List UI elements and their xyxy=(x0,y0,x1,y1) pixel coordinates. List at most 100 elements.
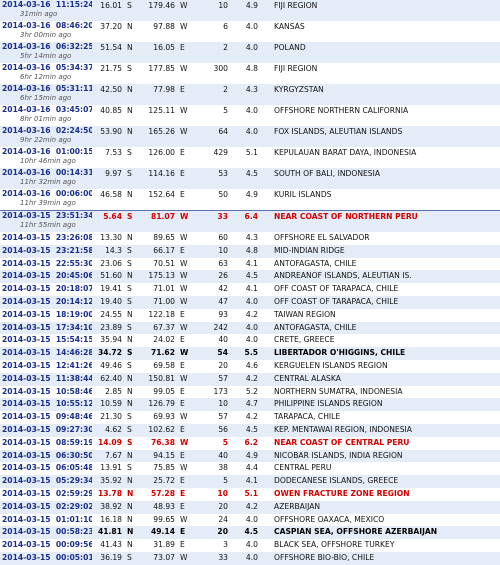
quake-row[interactable]: 2014-03-16 02:24:50.09hr 22min ago53.90N… xyxy=(0,126,500,147)
quake-row[interactable]: 2014-03-15 05:29:34.035.92N25.72E54.1DOD… xyxy=(0,475,500,488)
quake-row[interactable]: 2014-03-15 06:05:48.013.91S75.85W384.4CE… xyxy=(0,462,500,476)
quake-row[interactable]: 2014-03-15 20:18:07.019.41S71.01W424.1OF… xyxy=(0,283,500,296)
datetime-cell[interactable]: 2014-03-15 00:58:23.0 xyxy=(0,526,92,540)
datetime-cell[interactable]: 2014-03-15 20:18:07.0 xyxy=(0,283,92,296)
datetime-cell[interactable]: 2014-03-16 00:06:00.011hr 39min ago xyxy=(0,189,92,211)
event-datetime-link[interactable]: 2014-03-16 05:31:11.0 xyxy=(2,84,92,94)
event-datetime-link[interactable]: 2014-03-15 05:29:34.0 xyxy=(2,475,92,488)
quake-row[interactable]: 2014-03-15 08:59:19.014.09S76.38W56.2NEA… xyxy=(0,436,500,450)
quake-row[interactable]: 2014-03-15 10:55:12.010.59N126.79E104.7P… xyxy=(0,398,500,412)
datetime-cell[interactable]: 2014-03-15 10:55:12.0 xyxy=(0,398,92,412)
quake-row[interactable]: 2014-03-16 05:31:11.06hr 15min ago42.50N… xyxy=(0,84,500,105)
datetime-cell[interactable]: 2014-03-16 01:00:15.010hr 46min ago xyxy=(0,147,92,168)
datetime-cell[interactable]: 2014-03-15 18:19:00.0 xyxy=(0,308,92,322)
quake-row[interactable]: 2014-03-15 06:30:50.07.67N94.15E404.9NIC… xyxy=(0,449,500,463)
datetime-cell[interactable]: 2014-03-16 05:34:37.06hr 12min ago xyxy=(0,63,92,84)
event-datetime-link[interactable]: 2014-03-15 17:34:10.0 xyxy=(2,322,92,335)
quake-row[interactable]: 2014-03-15 00:58:23.041.81N49.14E204.5CA… xyxy=(0,526,500,540)
event-datetime-link[interactable]: 2014-03-15 20:45:06.0 xyxy=(2,270,92,283)
event-datetime-link[interactable]: 2014-03-15 02:29:02.0 xyxy=(2,501,92,514)
event-datetime-link[interactable]: 2014-03-16 06:32:25.0 xyxy=(2,42,92,52)
quake-row[interactable]: 2014-03-15 20:14:12.019.40S71.00W474.0OF… xyxy=(0,295,500,309)
quake-row[interactable]: 2014-03-16 00:06:00.011hr 39min ago46.58… xyxy=(0,189,500,211)
quake-row[interactable]: 2014-03-15 00:09:56.041.43N31.89E34.0BLA… xyxy=(0,539,500,552)
event-datetime-link[interactable]: 2014-03-16 02:24:50.0 xyxy=(2,126,92,136)
datetime-cell[interactable]: 2014-03-16 00:14:31.011hr 32min ago xyxy=(0,168,92,189)
quake-row[interactable]: 2014-03-16 05:34:37.06hr 12min ago21.75S… xyxy=(0,63,500,84)
event-datetime-link[interactable]: 2014-03-15 06:05:48.0 xyxy=(2,462,92,475)
datetime-cell[interactable]: 2014-03-15 09:48:46.0 xyxy=(0,411,92,424)
datetime-cell[interactable]: 2014-03-16 06:32:25.05hr 14min ago xyxy=(0,42,92,63)
event-datetime-link[interactable]: 2014-03-15 23:51:34.0 xyxy=(2,211,92,220)
datetime-cell[interactable]: 2014-03-15 22:55:30.0 xyxy=(0,257,92,271)
datetime-cell[interactable]: 2014-03-16 05:31:11.06hr 15min ago xyxy=(0,84,92,105)
quake-row[interactable]: 2014-03-16 11:15:24.031min ago16.01S179.… xyxy=(0,0,500,21)
datetime-cell[interactable]: 2014-03-15 06:30:50.0 xyxy=(0,449,92,463)
quake-row[interactable]: 2014-03-15 11:38:44.062.40N150.81W574.2C… xyxy=(0,372,500,386)
quake-row[interactable]: 2014-03-15 02:59:29.013.78N57.28E105.1OW… xyxy=(0,487,500,501)
quake-row[interactable]: 2014-03-15 01:01:10.016.18N99.65W244.0OF… xyxy=(0,513,500,527)
quake-row[interactable]: 2014-03-15 09:48:46.021.30S69.93W574.2TA… xyxy=(0,411,500,424)
quake-row[interactable]: 2014-03-15 23:51:34.011hr 55min ago5.64S… xyxy=(0,210,500,232)
datetime-cell[interactable]: 2014-03-15 05:29:34.0 xyxy=(0,475,92,488)
event-datetime-link[interactable]: 2014-03-15 10:55:12.0 xyxy=(2,398,92,411)
event-datetime-link[interactable]: 2014-03-16 05:34:37.0 xyxy=(2,63,92,73)
event-datetime-link[interactable]: 2014-03-16 00:14:31.0 xyxy=(2,168,92,178)
quake-row[interactable]: 2014-03-15 02:29:02.038.92N48.93E204.2AZ… xyxy=(0,500,500,514)
quake-row[interactable]: 2014-03-16 01:00:15.010hr 46min ago7.53S… xyxy=(0,147,500,168)
event-datetime-link[interactable]: 2014-03-15 06:30:50.0 xyxy=(2,450,92,463)
quake-row[interactable]: 2014-03-15 17:34:10.023.89S67.37W2424.0A… xyxy=(0,321,500,335)
datetime-cell[interactable]: 2014-03-16 03:45:07.08hr 01min ago xyxy=(0,105,92,126)
quake-row[interactable]: 2014-03-15 23:26:08.013.30N89.65W604.3OF… xyxy=(0,232,500,245)
quake-row[interactable]: 2014-03-15 12:41:26.049.46S69.58E204.6KE… xyxy=(0,359,500,373)
datetime-cell[interactable]: 2014-03-16 08:46:20.03hr 00min ago xyxy=(0,21,92,42)
quake-row[interactable]: 2014-03-15 22:55:30.023.06S70.51W634.1AN… xyxy=(0,257,500,271)
quake-row[interactable]: 2014-03-15 00:05:01.036.19S73.07W334.0OF… xyxy=(0,551,500,565)
datetime-cell[interactable]: 2014-03-15 02:59:29.0 xyxy=(0,487,92,501)
quake-row[interactable]: 2014-03-15 15:54:15.035.94N24.02E404.0CR… xyxy=(0,334,500,348)
datetime-cell[interactable]: 2014-03-15 08:59:19.0 xyxy=(0,436,92,450)
datetime-cell[interactable]: 2014-03-15 23:51:34.011hr 55min ago xyxy=(0,210,92,232)
event-datetime-link[interactable]: 2014-03-15 09:27:30.0 xyxy=(2,424,92,437)
datetime-cell[interactable]: 2014-03-15 11:38:44.0 xyxy=(0,372,92,386)
event-datetime-link[interactable]: 2014-03-15 00:58:23.0 xyxy=(2,526,92,539)
datetime-cell[interactable]: 2014-03-15 15:54:15.0 xyxy=(0,334,92,348)
event-datetime-link[interactable]: 2014-03-15 23:21:58.0 xyxy=(2,245,92,258)
event-datetime-link[interactable]: 2014-03-15 10:58:46.0 xyxy=(2,386,92,399)
datetime-cell[interactable]: 2014-03-15 14:46:28.0 xyxy=(0,347,92,360)
datetime-cell[interactable]: 2014-03-15 20:45:06.0 xyxy=(0,270,92,284)
datetime-cell[interactable]: 2014-03-15 02:29:02.0 xyxy=(0,500,92,514)
event-datetime-link[interactable]: 2014-03-15 02:59:29.0 xyxy=(2,488,92,501)
datetime-cell[interactable]: 2014-03-15 12:41:26.0 xyxy=(0,359,92,373)
quake-row[interactable]: 2014-03-15 10:58:46.02.85N99.05E1735.2NO… xyxy=(0,385,500,399)
quake-row[interactable]: 2014-03-15 20:45:06.051.60N175.13W264.5A… xyxy=(0,270,500,284)
event-datetime-link[interactable]: 2014-03-16 11:15:24.0 xyxy=(2,0,92,10)
event-datetime-link[interactable]: 2014-03-16 01:00:15.0 xyxy=(2,147,92,157)
quake-row[interactable]: 2014-03-16 08:46:20.03hr 00min ago37.20N… xyxy=(0,21,500,42)
quake-row[interactable]: 2014-03-15 23:21:58.014.3S66.17E104.8MID… xyxy=(0,244,500,258)
datetime-cell[interactable]: 2014-03-15 17:34:10.0 xyxy=(0,321,92,335)
event-datetime-link[interactable]: 2014-03-15 08:59:19.0 xyxy=(2,437,92,450)
event-datetime-link[interactable]: 2014-03-15 09:48:46.0 xyxy=(2,411,92,424)
event-datetime-link[interactable]: 2014-03-15 22:55:30.0 xyxy=(2,258,92,271)
event-datetime-link[interactable]: 2014-03-15 00:09:56.0 xyxy=(2,539,92,552)
event-datetime-link[interactable]: 2014-03-15 00:05:01.0 xyxy=(2,552,92,565)
event-datetime-link[interactable]: 2014-03-15 01:01:10.0 xyxy=(2,514,92,527)
datetime-cell[interactable]: 2014-03-15 23:26:08.0 xyxy=(0,232,92,245)
quake-row[interactable]: 2014-03-15 18:19:00.024.55N122.18E934.2T… xyxy=(0,308,500,322)
event-datetime-link[interactable]: 2014-03-16 08:46:20.0 xyxy=(2,21,92,31)
event-datetime-link[interactable]: 2014-03-15 20:14:12.0 xyxy=(2,296,92,309)
datetime-cell[interactable]: 2014-03-15 01:01:10.0 xyxy=(0,513,92,527)
datetime-cell[interactable]: 2014-03-15 09:27:30.0 xyxy=(0,423,92,437)
datetime-cell[interactable]: 2014-03-15 00:05:01.0 xyxy=(0,551,92,565)
event-datetime-link[interactable]: 2014-03-16 00:06:00.0 xyxy=(2,189,92,199)
datetime-cell[interactable]: 2014-03-15 00:09:56.0 xyxy=(0,539,92,552)
event-datetime-link[interactable]: 2014-03-15 14:46:28.0 xyxy=(2,347,92,360)
datetime-cell[interactable]: 2014-03-15 06:05:48.0 xyxy=(0,462,92,476)
event-datetime-link[interactable]: 2014-03-15 18:19:00.0 xyxy=(2,309,92,322)
event-datetime-link[interactable]: 2014-03-15 20:18:07.0 xyxy=(2,283,92,296)
datetime-cell[interactable]: 2014-03-15 23:21:58.0 xyxy=(0,244,92,258)
event-datetime-link[interactable]: 2014-03-16 03:45:07.0 xyxy=(2,105,92,115)
quake-row[interactable]: 2014-03-16 06:32:25.05hr 14min ago51.54N… xyxy=(0,42,500,63)
datetime-cell[interactable]: 2014-03-15 20:14:12.0 xyxy=(0,295,92,309)
